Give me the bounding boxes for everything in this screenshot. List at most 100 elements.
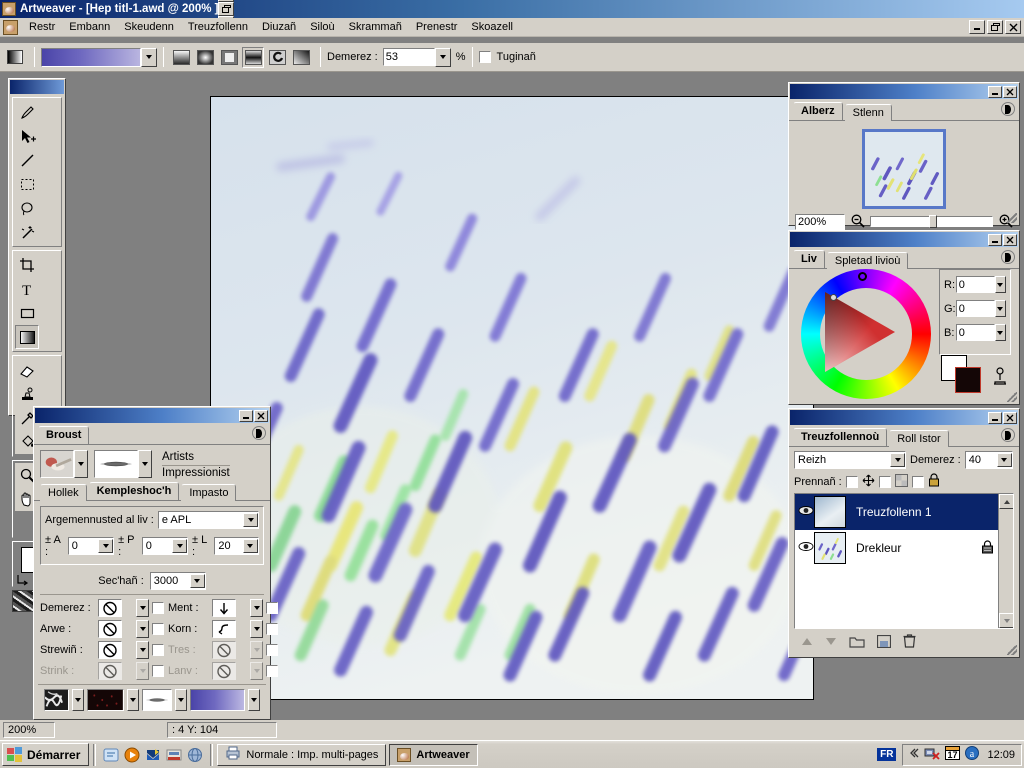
ctl-size-checkbox[interactable] [266, 602, 278, 614]
jitter-a-dropdown-arrow[interactable] [98, 539, 114, 553]
jitter-l-select[interactable]: 20 [214, 537, 259, 555]
gradient-well[interactable] [190, 689, 246, 711]
pattern-well-dropdown-arrow[interactable] [126, 689, 139, 711]
brush-panel-title-bar[interactable] [35, 408, 269, 423]
document-minimize-button[interactable] [969, 20, 985, 34]
swap-colors-icon[interactable] [16, 574, 30, 586]
tab-spletad-livou[interactable]: Spletad livioù [826, 252, 909, 269]
color-picker-icon[interactable] [991, 367, 1009, 392]
color-source-dropdown-arrow[interactable] [243, 513, 258, 527]
brush-category-preview[interactable] [40, 450, 74, 478]
layer-visibility-toggle[interactable] [798, 504, 814, 520]
app-restore-button[interactable] [218, 2, 235, 16]
layers-panel-close-button[interactable] [1003, 411, 1017, 424]
navigator-zoom-slider[interactable] [870, 215, 993, 229]
gradient-picker[interactable] [41, 47, 157, 67]
image-canvas[interactable] [210, 96, 814, 700]
lock-move-checkbox[interactable] [845, 475, 858, 488]
menu-item-prenestr[interactable]: Prenestr [409, 19, 465, 35]
ctl-opacity-checkbox[interactable] [152, 602, 164, 614]
line-tool[interactable] [15, 148, 39, 172]
navigator-resize-grip[interactable] [1007, 213, 1017, 223]
pattern-well[interactable] [87, 689, 124, 711]
menu-item-embann[interactable]: Embann [62, 19, 117, 35]
color-source-select[interactable]: e APL [157, 511, 259, 529]
zoom-out-icon[interactable] [850, 213, 865, 231]
menu-item-treuzfollenn[interactable]: Treuzfollenn [181, 19, 255, 35]
opacity-input[interactable]: 53 [382, 48, 435, 66]
panel-background-swatch[interactable] [955, 367, 981, 393]
browser-icon[interactable] [187, 747, 203, 763]
jitter-p-select[interactable]: 0 [141, 537, 189, 555]
ctl-grain-dropdown-arrow[interactable] [136, 620, 149, 638]
tab-alberz[interactable]: Alberz [793, 102, 843, 120]
square-gradient-button[interactable] [218, 46, 240, 68]
layer-opacity-dropdown-arrow[interactable] [996, 453, 1012, 467]
move-layer-up-button[interactable] [801, 637, 813, 649]
brush-tip-dropdown-arrow[interactable] [175, 689, 187, 711]
taskbar-button-artweaver[interactable]: Artweaver [389, 743, 478, 766]
ctl-scatter-checkbox[interactable] [152, 644, 164, 656]
scroll-up-button[interactable] [999, 494, 1013, 509]
brush-panel-menu-icon[interactable] [252, 426, 266, 440]
tab-kempleshoch[interactable]: Kempleshoc'h [88, 482, 180, 500]
jitter-a-select[interactable]: 0 [67, 537, 115, 555]
layer-thumbnail[interactable] [814, 532, 846, 564]
move-layer-down-button[interactable] [825, 637, 837, 649]
antivirus-icon[interactable]: a [965, 746, 980, 763]
gradient-tool[interactable] [15, 325, 39, 349]
menu-item-silou[interactable]: Siloù [303, 19, 341, 35]
jitter-l-dropdown-arrow[interactable] [242, 539, 258, 553]
red-dropdown-arrow[interactable] [994, 276, 1006, 293]
gradient-preview[interactable] [41, 47, 141, 67]
blend-mode-select[interactable]: Reizh [794, 451, 906, 469]
ctl-size-icon[interactable] [212, 599, 236, 617]
navigator-panel-menu-icon[interactable] [1001, 102, 1015, 116]
tab-impasto[interactable]: Impasto [181, 484, 237, 501]
angle-gradient-button[interactable] [290, 46, 312, 68]
tab-roll-istor[interactable]: Roll Istor [889, 430, 949, 447]
drying-dropdown-arrow[interactable] [189, 574, 205, 588]
brush-variant-dropdown-arrow[interactable] [138, 450, 152, 478]
tab-stlenn[interactable]: Stlenn [844, 104, 892, 121]
navigator-zoom-input[interactable]: 200% [795, 214, 845, 230]
linear-gradient-button[interactable] [170, 46, 192, 68]
red-input[interactable]: 0 [955, 276, 995, 293]
new-group-button[interactable] [849, 635, 865, 651]
hue-marker[interactable] [858, 272, 867, 281]
lock-all-checkbox[interactable] [911, 475, 924, 488]
rect-select-tool[interactable] [15, 172, 39, 196]
tab-liv[interactable]: Liv [793, 250, 825, 268]
clock[interactable]: 12:09 [987, 749, 1015, 761]
blend-mode-dropdown-arrow[interactable] [890, 453, 905, 467]
zoom-slider-thumb[interactable] [929, 215, 938, 228]
text-tool[interactable]: T [15, 277, 39, 301]
navigator-title-bar[interactable] [790, 84, 1018, 99]
color-panel-resize-grip[interactable] [1007, 392, 1017, 402]
ctl-grain-checkbox[interactable] [152, 623, 164, 635]
scroll-down-button[interactable] [999, 613, 1013, 628]
layers-panel-menu-icon[interactable] [1001, 428, 1015, 442]
calendar-17-icon[interactable]: 17 [945, 746, 961, 763]
layers-panel-title-bar[interactable] [790, 410, 1018, 425]
ctl-scatter-dropdown-arrow[interactable] [136, 641, 149, 659]
tab-broust[interactable]: Broust [38, 426, 90, 444]
menu-item-skoazell[interactable]: Skoazell [464, 19, 520, 35]
paper-texture-well[interactable] [44, 689, 70, 711]
lock-transparency-checkbox[interactable] [878, 475, 891, 488]
taskbar-button-print[interactable]: Normale : Imp. multi-pages [217, 743, 387, 766]
brush-tool[interactable] [15, 100, 39, 124]
blue-input[interactable]: 0 [955, 324, 995, 341]
brush-variant-preview[interactable] [94, 450, 138, 478]
color-panel-menu-icon[interactable] [1001, 250, 1015, 264]
navigator-minimize-button[interactable] [988, 85, 1002, 98]
ctl-opacity-dropdown-arrow[interactable] [136, 599, 149, 617]
color-panel-title-bar[interactable] [790, 232, 1018, 247]
drying-select[interactable]: 3000 [149, 572, 206, 590]
tool-palette-drag-handle[interactable] [10, 80, 64, 94]
saturation-marker[interactable] [830, 294, 837, 301]
ctl-angle-icon[interactable] [212, 620, 236, 638]
opacity-dropdown-arrow[interactable] [434, 47, 451, 67]
eraser-tool[interactable] [15, 358, 39, 382]
tab-hollek[interactable]: Hollek [40, 484, 87, 501]
